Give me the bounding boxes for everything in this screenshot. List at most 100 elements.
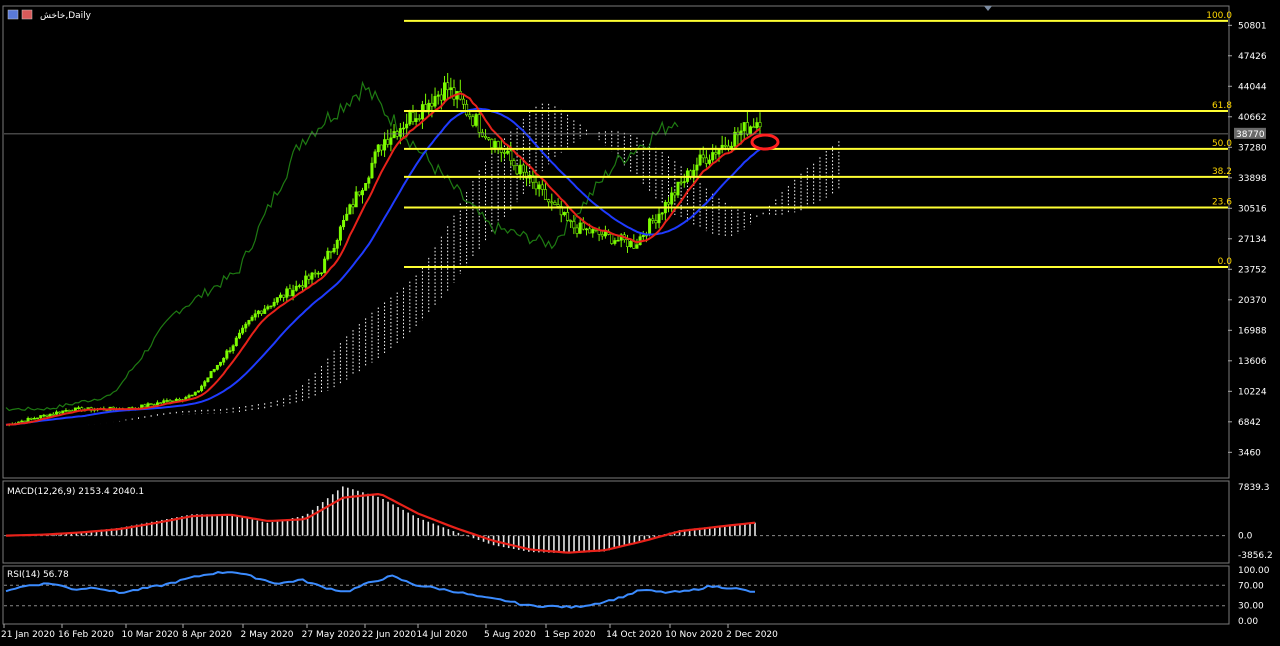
candle-body — [228, 350, 232, 353]
candle-body — [360, 190, 364, 196]
candle-body — [704, 157, 708, 164]
candle-body — [250, 316, 254, 321]
candle-body — [414, 118, 418, 122]
candle-body — [51, 413, 55, 416]
candle-body — [496, 141, 500, 149]
candle-body — [468, 114, 472, 118]
candle-body — [493, 141, 497, 148]
candle-body — [550, 201, 554, 204]
candle-body — [178, 398, 182, 401]
date-label: 2 Dec 2020 — [726, 630, 778, 640]
candle-body — [367, 177, 371, 184]
candle-body — [402, 127, 406, 130]
candle-body — [36, 417, 40, 420]
candle-body — [641, 234, 645, 237]
candle-body — [165, 400, 169, 402]
candle-body — [383, 139, 387, 151]
price-tick-label: 6842 — [1238, 418, 1261, 428]
candle-body — [600, 234, 604, 237]
candle-body — [411, 112, 415, 122]
candle-body — [253, 313, 257, 318]
date-label: 21 Jan 2020 — [1, 630, 55, 640]
candle-body — [537, 184, 541, 190]
candle-body — [329, 250, 333, 253]
price-tick-label: 13606 — [1238, 357, 1267, 367]
candle-body — [45, 414, 49, 417]
candle-body — [342, 219, 346, 228]
date-label: 10 Mar 2020 — [121, 630, 178, 640]
candle-body — [657, 213, 661, 224]
price-tick-label: 16988 — [1238, 326, 1267, 336]
candle-body — [566, 212, 570, 221]
candle-body — [332, 247, 336, 253]
candle-body — [379, 144, 383, 151]
candle-body — [310, 272, 314, 280]
candle-body — [588, 228, 592, 234]
candle-body — [667, 201, 671, 205]
rsi-axis-label: 70.00 — [1238, 581, 1264, 591]
macd-title: MACD(12,26,9) 2153.4 2040.1 — [7, 487, 144, 497]
candle-body — [752, 126, 756, 129]
candle-body — [540, 184, 544, 190]
candle-body — [591, 229, 595, 234]
candle-body — [398, 128, 402, 137]
candle-body — [61, 410, 65, 414]
candle-body — [149, 403, 153, 405]
candle-body — [449, 87, 453, 91]
candle-body — [518, 164, 522, 175]
candle-body — [354, 191, 358, 208]
date-label: 14 Oct 2020 — [606, 630, 662, 640]
candle-body — [244, 323, 248, 329]
candle-body — [758, 122, 762, 128]
candle-body — [515, 165, 519, 175]
candle-body — [146, 403, 150, 408]
macd-axis-label: 7839.3 — [1238, 483, 1270, 493]
date-label: 14 Jul 2020 — [417, 630, 468, 640]
candle-body — [625, 239, 629, 248]
candle-body — [48, 413, 52, 417]
price-tick-label: 50801 — [1238, 21, 1267, 31]
candle-body — [717, 149, 721, 155]
candle-body — [326, 250, 330, 260]
candle-body — [237, 332, 241, 339]
candle-body — [345, 213, 349, 221]
candle-body — [370, 162, 374, 179]
candle-body — [278, 294, 282, 298]
price-tick-label: 10224 — [1238, 387, 1267, 397]
candle-body — [319, 272, 323, 275]
candle-body — [313, 272, 317, 275]
candle-body — [654, 220, 658, 224]
candle-body — [67, 410, 71, 412]
candle-body — [338, 226, 342, 241]
candle-body — [291, 290, 295, 297]
candle-body — [562, 212, 566, 216]
candle-body — [20, 420, 24, 423]
candle-body — [521, 164, 525, 173]
candle-body — [376, 144, 380, 153]
candle-body — [581, 222, 585, 230]
candle-body — [755, 122, 759, 129]
candle-body — [193, 391, 197, 396]
candle-body — [490, 138, 494, 148]
candle-body — [222, 357, 226, 363]
candle-body — [209, 371, 213, 379]
candle-body — [506, 150, 510, 154]
candle-body — [673, 192, 677, 196]
candle-body — [168, 400, 172, 403]
macd-axis-label: 0.0 — [1238, 532, 1253, 542]
candle-body — [196, 390, 200, 393]
candle-body — [373, 151, 377, 164]
candle-body — [471, 116, 475, 126]
candle-body — [231, 345, 235, 352]
candle-body — [206, 377, 210, 382]
candle-body — [143, 404, 147, 408]
candle-body — [408, 112, 412, 125]
date-label: 5 Aug 2020 — [484, 630, 536, 640]
candle-body — [260, 310, 264, 314]
candle-body — [572, 221, 576, 229]
candle-body — [584, 228, 588, 231]
trading-chart[interactable]: خاخش,Daily MACD(12,26,9) 2153.4 2040.1 R… — [0, 0, 1280, 646]
candle-body — [512, 160, 516, 167]
candle-body — [335, 239, 339, 249]
candle-body — [23, 420, 27, 423]
